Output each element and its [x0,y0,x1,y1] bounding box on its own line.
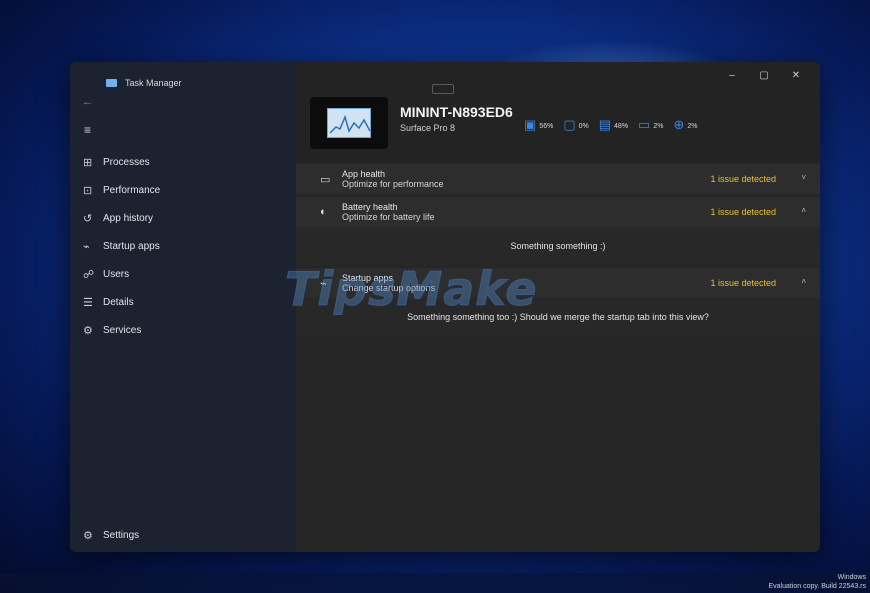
chevron-down-icon[interactable]: ˅ [801,173,806,182]
device-model: Surface Pro 8 [400,123,456,133]
hamburger-menu-icon[interactable]: ≡ [84,123,91,137]
sidebar-item-services[interactable]: ⚙ Services [70,316,296,344]
window-controls: – ▢ ✕ [716,66,812,86]
metric-cpu: ▣ 56% [524,118,553,131]
battery-health-subtitle: Optimize for battery life [342,212,435,222]
startup-icon: ⌁ [83,240,90,253]
sidebar-item-users[interactable]: ☍ Users [70,260,296,288]
details-icon: ☰ [83,296,93,309]
battery-health-section: ◐ Battery health Optimize for battery li… [296,197,820,265]
sidebar-item-label: Performance [103,184,161,196]
watermark-line-2: Evaluation copy. Build 22543.rs [768,583,866,590]
taskbar [0,573,870,593]
app-health-issue-badge: 1 issue detected [710,174,776,184]
drag-handle[interactable] [432,84,454,94]
device-header: – ▢ ✕ MININT-N893ED6 Surface Pro 8 ▣ 56% [296,62,820,162]
sidebar-item-label: Details [103,296,134,308]
cpu-icon: ▣ [524,117,537,132]
task-manager-icon [106,79,117,87]
sidebar-item-label: Processes [103,156,150,168]
battery-health-row[interactable]: ◐ Battery health Optimize for battery li… [296,197,820,227]
sidebar-item-performance[interactable]: ⊡ Performance [70,176,296,204]
sidebar-item-startup-apps[interactable]: ⌁ Startup apps [70,232,296,260]
minimize-button[interactable]: – [716,66,748,86]
desktop-watermark: Windows Evaluation copy. Build 22543.rs [768,573,866,591]
close-button[interactable]: ✕ [780,66,812,86]
sidebar-item-label: App history [103,212,154,224]
app-health-row[interactable]: ▭ App health Optimize for performance 1 … [296,164,820,194]
battery-health-text: Battery health Optimize for battery life [342,202,435,222]
device-name: MININT-N893ED6 [400,104,513,120]
maximize-button[interactable]: ▢ [748,66,780,86]
sidebar-item-label: Services [103,324,142,336]
sidebar-item-label: Users [103,268,130,280]
memory-icon: ▢ [563,117,576,132]
metric-network: ▭ 2% [638,118,663,131]
chevron-up-icon[interactable]: ˄ [801,206,806,215]
metric-value: 48% [614,123,629,130]
app-health-text: App health Optimize for performance [342,169,444,189]
back-button[interactable]: ← [82,96,93,108]
sidebar-nav: ⊞ Processes ⊡ Performance ↺ App history … [70,148,296,344]
metric-disk: ▤ 48% [599,118,628,131]
history-icon: ↺ [83,212,93,225]
app-health-section: ▭ App health Optimize for performance 1 … [296,164,820,194]
sidebar: Task Manager ← ≡ ⊞ Processes ⊡ Performan… [70,62,296,552]
sidebar-item-label: Settings [103,529,140,541]
app-health-subtitle: Optimize for performance [342,179,444,189]
users-icon: ☍ [83,268,95,281]
metrics-bar: ▣ 56% ▢ 0% ▤ 48% ▭ 2% ⊕ 2% [524,118,698,131]
sidebar-item-settings[interactable]: ⚙ Settings [70,524,296,546]
battery-health-issue-badge: 1 issue detected [710,207,776,217]
metric-globe: ⊕ 2% [673,118,697,131]
metric-value: 56% [539,123,554,130]
laptop-icon: ▭ [320,173,331,186]
app-title: Task Manager [125,78,182,88]
battery-health-title: Battery health [342,202,398,212]
performance-icon: ⊡ [83,184,93,197]
performance-graph-icon [329,114,371,134]
chevron-up-icon[interactable]: ˄ [801,277,806,286]
device-thumbnail [310,97,388,149]
services-icon: ⚙ [83,324,93,337]
metric-value: 0% [578,123,589,130]
sidebar-item-processes[interactable]: ⊞ Processes [70,148,296,176]
metric-value: 2% [653,123,664,130]
processes-icon: ⊞ [83,156,93,169]
sidebar-item-label: Startup apps [103,240,160,252]
network-icon: ▭ [638,117,651,132]
disk-icon: ▤ [598,117,612,132]
globe-icon: ⊕ [673,117,685,132]
battery-health-body: Something something :) [296,227,820,265]
metric-value: 2% [687,123,698,130]
tipsmake-logo-watermark: TipsMake [284,262,538,317]
startup-apps-issue-badge: 1 issue detected [710,278,776,288]
gear-icon: ⚙ [83,529,93,542]
sidebar-item-details[interactable]: ☰ Details [70,288,296,316]
app-title-bar: Task Manager [106,78,182,88]
sidebar-item-app-history[interactable]: ↺ App history [70,204,296,232]
metric-memory: ▢ 0% [563,118,588,131]
app-health-title: App health [342,169,386,179]
device-screen-image [327,108,371,138]
battery-icon: ◐ [320,206,327,218]
watermark-line-1: Windows [837,574,866,581]
